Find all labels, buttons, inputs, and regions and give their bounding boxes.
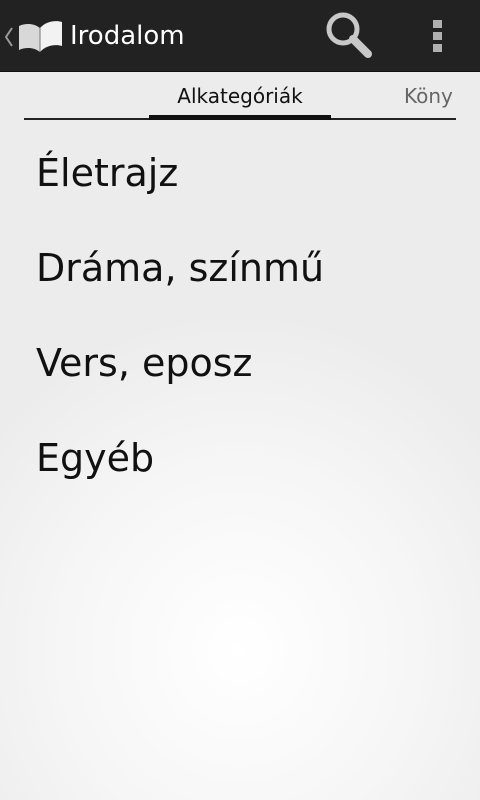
list-item[interactable]: Dráma, színmű <box>0 221 480 316</box>
list-item[interactable]: Életrajz <box>0 126 480 221</box>
list-item[interactable]: Egyéb <box>0 411 480 506</box>
list-item[interactable]: Vers, eposz <box>0 316 480 411</box>
tab-strip: Alkategóriák Köny <box>24 72 456 120</box>
tab-konyvek[interactable]: Köny <box>404 72 453 120</box>
subcategory-list: Életrajz Dráma, színmű Vers, eposz Egyéb <box>0 126 480 506</box>
tab-selected-indicator <box>149 115 331 120</box>
open-book-icon <box>19 21 62 52</box>
chevron-left-icon <box>4 27 13 47</box>
search-icon <box>326 12 372 58</box>
overflow-menu-button[interactable] <box>414 0 462 72</box>
search-button[interactable] <box>314 0 386 72</box>
screen-title: Irodalom <box>70 21 185 51</box>
tab-alkategoriak[interactable]: Alkategóriák <box>149 72 331 120</box>
action-bar: Irodalom <box>0 0 480 72</box>
up-button[interactable] <box>0 0 66 72</box>
